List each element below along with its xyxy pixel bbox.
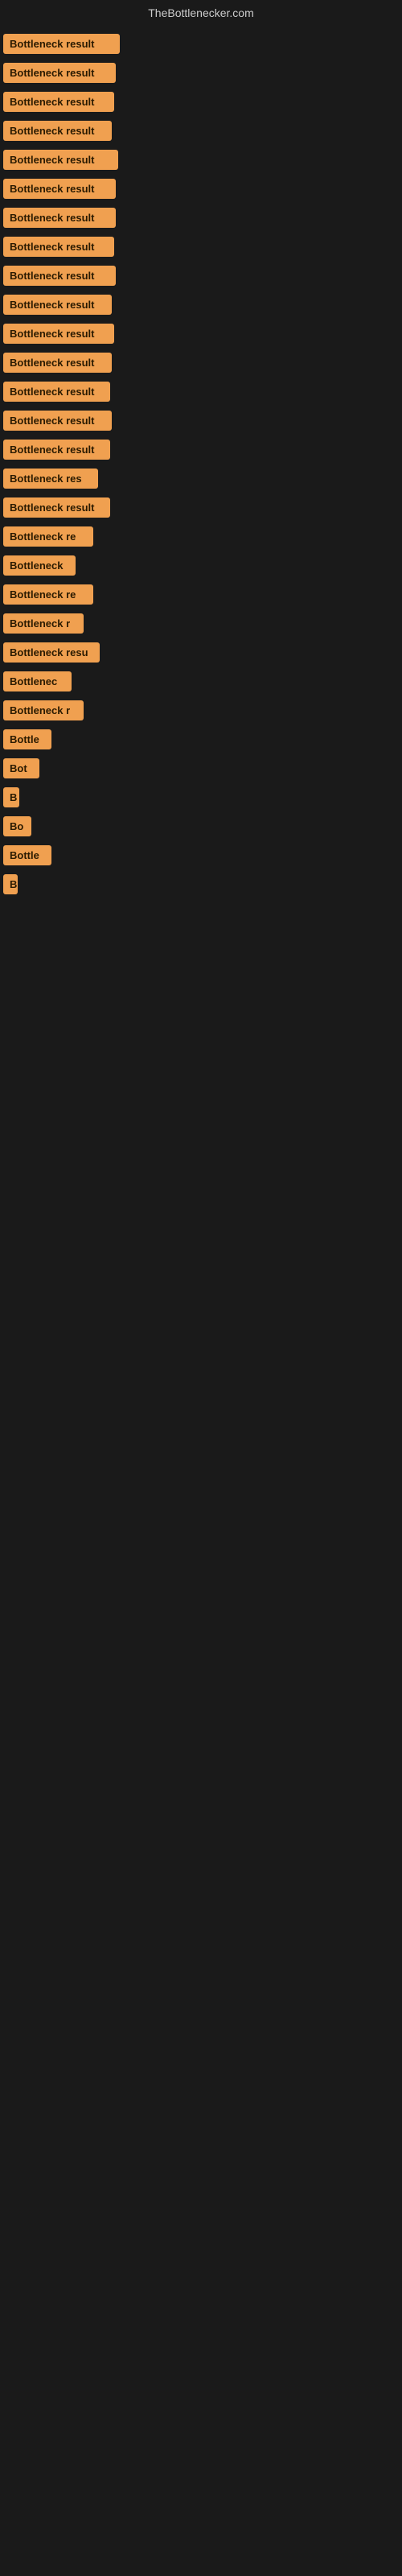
bottleneck-badge[interactable]: Bottleneck r	[3, 613, 84, 634]
bottleneck-badge[interactable]: Bottleneck result	[3, 382, 110, 402]
list-item: Bottleneck result	[3, 411, 399, 435]
list-item: Bottleneck	[3, 555, 399, 580]
bottleneck-badge[interactable]: Bottleneck result	[3, 63, 116, 83]
list-item: Bottlenec	[3, 671, 399, 696]
list-item: Bottleneck res	[3, 469, 399, 493]
list-item: Bottleneck result	[3, 63, 399, 87]
list-item: Bot	[3, 758, 399, 782]
header: TheBottlenecker.com	[0, 0, 402, 26]
bottleneck-badge[interactable]: Bottleneck result	[3, 150, 118, 170]
bottleneck-badge[interactable]: Bottlenec	[3, 671, 72, 691]
bottleneck-badge[interactable]: Bottleneck result	[3, 440, 110, 460]
bottleneck-badge[interactable]: Bottle	[3, 845, 51, 865]
list-item: Bottleneck result	[3, 34, 399, 58]
bottleneck-badge[interactable]: Bot	[3, 758, 39, 778]
list-item: Bo	[3, 816, 399, 840]
list-item: Bottleneck result	[3, 266, 399, 290]
list-item: Bottleneck r	[3, 613, 399, 638]
bottleneck-badge[interactable]: Bottleneck result	[3, 266, 116, 286]
list-item: Bottleneck result	[3, 382, 399, 406]
bottleneck-badge[interactable]: B	[3, 787, 19, 807]
list-item: Bottleneck result	[3, 179, 399, 203]
list-item: Bottleneck resu	[3, 642, 399, 667]
bottleneck-badge[interactable]: Bottleneck result	[3, 353, 112, 373]
list-item: Bottleneck result	[3, 497, 399, 522]
bottleneck-badge[interactable]: Bottleneck result	[3, 92, 114, 112]
list-item: B	[3, 874, 399, 898]
list-item: Bottleneck result	[3, 237, 399, 261]
bottleneck-list: Bottleneck result Bottleneck result Bottle…	[0, 26, 402, 906]
bottleneck-badge[interactable]: Bo	[3, 816, 31, 836]
list-item: Bottleneck result	[3, 92, 399, 116]
bottleneck-badge[interactable]: Bottleneck r	[3, 700, 84, 720]
bottleneck-badge[interactable]: B	[3, 874, 18, 894]
list-item: B	[3, 787, 399, 811]
bottleneck-badge[interactable]: Bottleneck result	[3, 179, 116, 199]
list-item: Bottleneck result	[3, 295, 399, 319]
bottleneck-badge[interactable]: Bottle	[3, 729, 51, 749]
bottleneck-badge[interactable]: Bottleneck	[3, 555, 76, 576]
list-item: Bottle	[3, 729, 399, 753]
bottleneck-badge[interactable]: Bottleneck re	[3, 584, 93, 605]
bottleneck-badge[interactable]: Bottleneck result	[3, 34, 120, 54]
bottleneck-badge[interactable]: Bottleneck result	[3, 208, 116, 228]
site-title: TheBottlenecker.com	[0, 0, 402, 26]
list-item: Bottle	[3, 845, 399, 869]
list-item: Bottleneck result	[3, 150, 399, 174]
list-item: Bottleneck re	[3, 526, 399, 551]
list-item: Bottleneck result	[3, 353, 399, 377]
bottleneck-badge[interactable]: Bottleneck resu	[3, 642, 100, 663]
bottleneck-badge[interactable]: Bottleneck result	[3, 324, 114, 344]
bottleneck-badge[interactable]: Bottleneck res	[3, 469, 98, 489]
list-item: Bottleneck result	[3, 121, 399, 145]
list-item: Bottleneck result	[3, 208, 399, 232]
list-item: Bottleneck re	[3, 584, 399, 609]
list-item: Bottleneck result	[3, 324, 399, 348]
bottleneck-badge[interactable]: Bottleneck result	[3, 295, 112, 315]
bottleneck-badge[interactable]: Bottleneck result	[3, 497, 110, 518]
bottleneck-badge[interactable]: Bottleneck result	[3, 237, 114, 257]
bottleneck-badge[interactable]: Bottleneck result	[3, 121, 112, 141]
list-item: Bottleneck result	[3, 440, 399, 464]
bottleneck-badge[interactable]: Bottleneck re	[3, 526, 93, 547]
list-item: Bottleneck r	[3, 700, 399, 724]
bottleneck-badge[interactable]: Bottleneck result	[3, 411, 112, 431]
